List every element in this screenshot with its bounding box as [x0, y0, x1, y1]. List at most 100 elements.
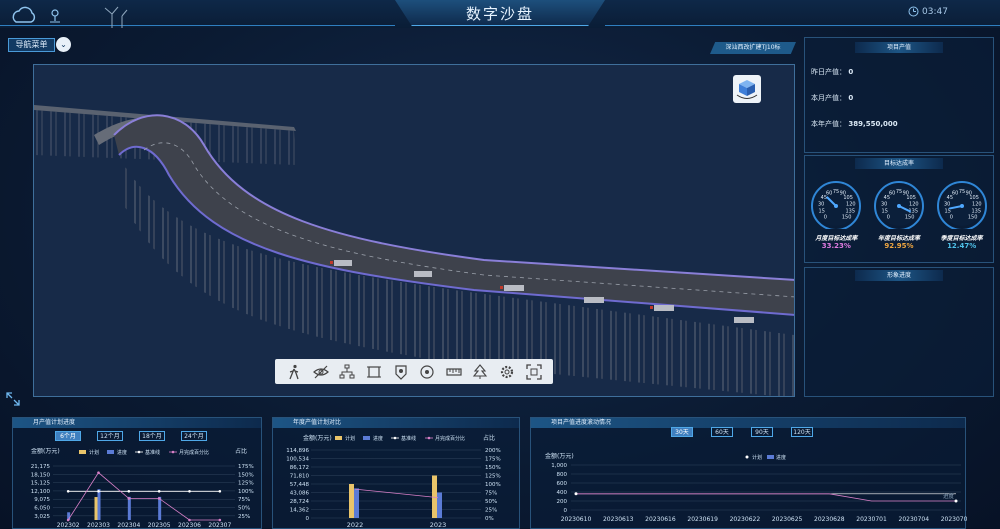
- digital-sandbox-app: { "header": { "title": "数字沙盘", "time": "…: [0, 0, 1000, 529]
- target-gauge: 0 15 30 45 60 75 90 105 120 135 150 月度目标达成率 33.23%: [807, 179, 865, 250]
- output-value: 0: [846, 94, 854, 102]
- gauge-tick: 120: [909, 202, 919, 208]
- y-tick: 57,448: [290, 482, 310, 488]
- bar-progress: [127, 496, 131, 520]
- gauge-tick: 105: [844, 195, 854, 201]
- gauge-tick: 120: [972, 202, 982, 208]
- x-tick: 20230704: [899, 516, 930, 523]
- gauge-tick: 0: [887, 215, 890, 221]
- y2-tick: 200%: [485, 448, 501, 454]
- expand-icon[interactable]: [6, 392, 20, 406]
- y-axis-title: 金额(万元): [31, 448, 60, 455]
- 3d-viewport[interactable]: [33, 64, 795, 397]
- gauge-tick: 15: [944, 209, 950, 215]
- x-tick: 202304: [117, 522, 140, 528]
- legend-swatch: [335, 436, 342, 440]
- measure-icon[interactable]: [446, 364, 462, 380]
- range-tab[interactable]: 30天: [671, 427, 693, 437]
- x-tick: 20230613: [603, 516, 634, 523]
- hide-icon[interactable]: [312, 364, 329, 380]
- page-title: 数字沙盘: [465, 5, 534, 23]
- gauge-value: 33.23%: [821, 242, 851, 250]
- wind-turbine-icon: [104, 6, 128, 28]
- target-gauge: 0 15 30 45 60 75 90 105 120 135 150 年度目标达成率 92.95%: [870, 179, 928, 250]
- x-tick: 202305: [148, 522, 171, 528]
- percent-line: [67, 472, 220, 521]
- monthly-chart: 金额(万元) 占比 计划 进度 基准线 月完成百分比 21,175 18,150 15,125 1…: [31, 448, 254, 528]
- y-tick: 800: [557, 472, 568, 478]
- percent-line: [354, 488, 439, 498]
- y2-tick: 25%: [238, 514, 250, 520]
- y2-tick: 75%: [238, 497, 250, 503]
- line-point: [127, 497, 131, 500]
- line-point: [954, 499, 958, 503]
- y-tick: 200: [557, 499, 568, 505]
- range-tab[interactable]: 60天: [711, 427, 733, 437]
- legend-label: 计划: [89, 449, 99, 456]
- gauge-dial: 015304560 75 90105120135150: [873, 181, 924, 231]
- fullscreen-icon[interactable]: [525, 363, 542, 380]
- chevron-down-icon[interactable]: ⌄: [56, 37, 71, 52]
- x-tick: 202307: [208, 522, 231, 528]
- gauge-tick: 30: [881, 202, 887, 208]
- target-icon[interactable]: [419, 364, 435, 380]
- corner-label: 进度: [943, 492, 955, 500]
- marker-icon[interactable]: [393, 364, 409, 380]
- x-tick: 2023: [430, 521, 447, 528]
- view-cube-button[interactable]: [733, 75, 761, 103]
- bridge-model: [34, 105, 794, 396]
- target-gauge: 0 15 30 45 60 75 90 105 120 135 150 季度目标达成率 12.47%: [933, 179, 991, 250]
- y2-tick: 175%: [485, 457, 501, 463]
- range-tab[interactable]: 24个月: [181, 431, 207, 441]
- clock-time: 03:47: [922, 7, 948, 17]
- yearly-plan-panel: 年度产值计划对比 金额(万元) 占比 计划 进度 基准线 月完成百分比 114,896 100…: [272, 417, 520, 529]
- rolling-chart: 金额(万元) 计划 进度1,000800600400200020230610 2023…: [545, 452, 967, 523]
- gauge-tick: 60: [889, 191, 895, 197]
- x-tick: 202302: [57, 522, 80, 528]
- gauge-label: 年度目标达成率: [877, 235, 920, 242]
- y-tick: 1,000: [551, 463, 567, 469]
- walk-icon[interactable]: [286, 364, 302, 380]
- line-point: [127, 490, 131, 493]
- gauge-tick: 30: [818, 202, 824, 208]
- legend-label: 月完成百分比: [179, 449, 209, 456]
- line-point: [188, 518, 191, 522]
- y2-tick: 125%: [238, 481, 254, 487]
- settings-icon[interactable]: [499, 364, 515, 380]
- frame-icon[interactable]: [366, 364, 382, 380]
- x-tick: 20230619: [687, 516, 718, 523]
- range-tab[interactable]: 18个月: [139, 431, 165, 441]
- line-point: [66, 490, 70, 493]
- gauge-dial: 015304560 75 90105120135150: [811, 181, 862, 231]
- y-tick: 21,175: [31, 464, 51, 470]
- line-point: [66, 518, 70, 522]
- y-tick: 114,896: [286, 448, 309, 454]
- gauge-tick: 15: [819, 209, 825, 215]
- structure-icon[interactable]: [339, 364, 355, 380]
- y-axis-title: 金额(万元): [545, 452, 574, 460]
- gauge-tick: 0: [824, 215, 827, 221]
- legend-swatch: [363, 436, 370, 440]
- range-tab[interactable]: 6个月: [55, 431, 81, 441]
- x-tick: 202306: [178, 522, 201, 528]
- nav-menu-button[interactable]: 导航菜单: [8, 38, 55, 52]
- line-point: [157, 490, 161, 493]
- y-tick: 28,724: [290, 499, 310, 505]
- legend-label: 进度: [117, 449, 127, 456]
- x-tick: 20230701: [856, 516, 887, 523]
- output-row: 本年产值： 389,550,000: [811, 119, 993, 129]
- bar-plan: [349, 484, 354, 518]
- cube-icon: [736, 80, 758, 99]
- output-label: 昨日产值：: [811, 68, 846, 76]
- range-tab[interactable]: 90天: [751, 427, 773, 437]
- range-tab[interactable]: 120天: [791, 427, 813, 437]
- gauge-tick: 75: [833, 189, 839, 195]
- y2-tick: 50%: [485, 499, 497, 505]
- yearly-chart: 金额(万元) 占比 计划 进度 基准线 月完成百分比 114,896 100,534 86,17…: [286, 434, 501, 528]
- y2-tick: 50%: [238, 506, 250, 512]
- tree-icon[interactable]: [472, 363, 488, 380]
- y2-tick: 125%: [485, 474, 501, 480]
- range-tab[interactable]: 12个月: [97, 431, 123, 441]
- rolling-progress-panel: 项目产值进度滚动情况 30天 60天 90天 120天 金额(万元) 计划 进度 1,000…: [530, 417, 967, 529]
- bar-plan: [94, 497, 98, 520]
